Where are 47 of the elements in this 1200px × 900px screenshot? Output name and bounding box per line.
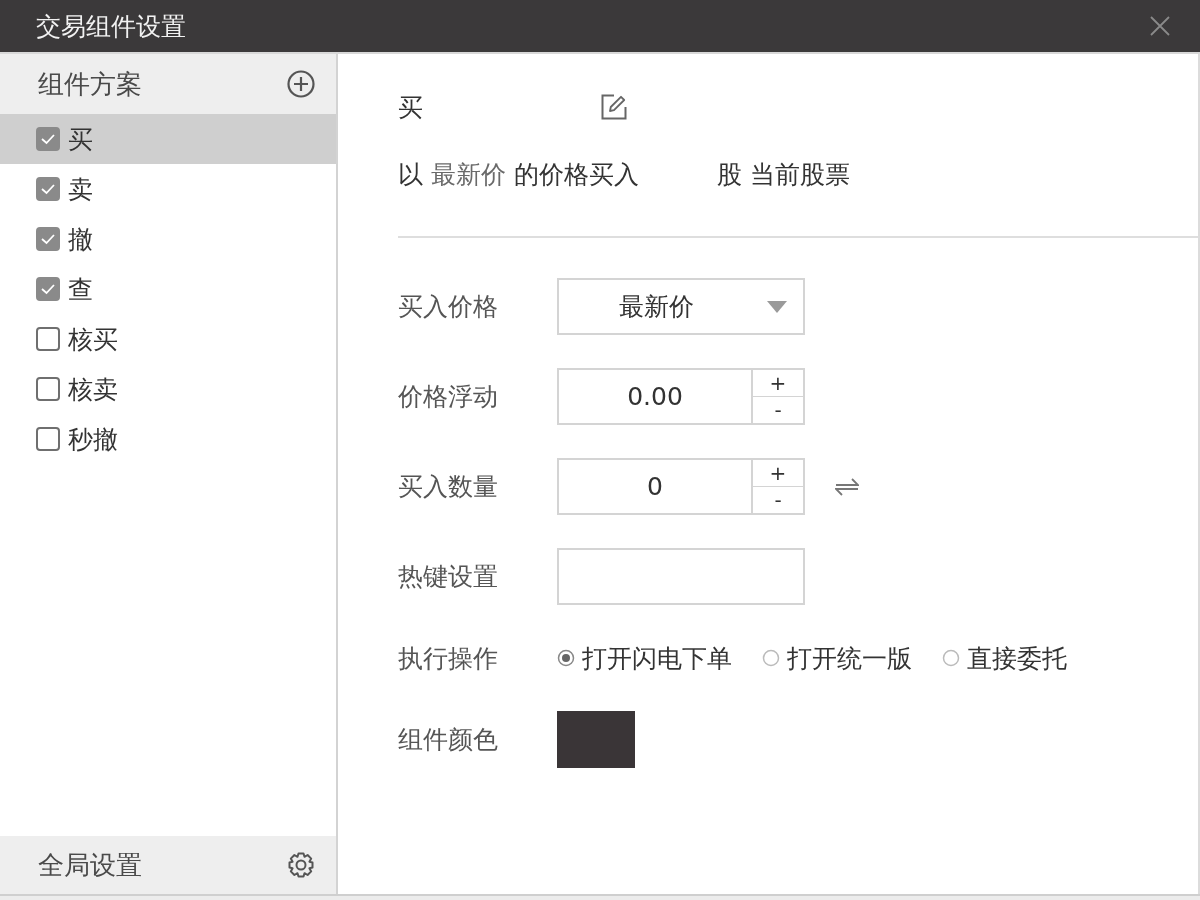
- add-icon[interactable]: [287, 70, 315, 98]
- component-item[interactable]: 核买: [0, 314, 336, 364]
- component-item[interactable]: 卖: [0, 164, 336, 214]
- field-label: 买入数量: [398, 471, 499, 503]
- field-label: 执行操作: [398, 642, 499, 675]
- checkbox[interactable]: [36, 377, 60, 401]
- order-summary: 以 最新价 的价格买入: [398, 159, 639, 191]
- checkbox[interactable]: [36, 177, 60, 201]
- radio-icon[interactable]: [557, 649, 575, 667]
- component-item[interactable]: 撤: [0, 214, 336, 264]
- hotkey-field[interactable]: [557, 548, 805, 605]
- field-label: 价格浮动: [398, 381, 499, 413]
- order-target: 股 当前股票: [716, 159, 850, 191]
- window-title: 交易组件设置: [36, 10, 186, 43]
- field-label: 组件颜色: [398, 724, 499, 756]
- global-settings-label[interactable]: 全局设置: [38, 847, 142, 883]
- field-label: 买入价格: [398, 291, 499, 323]
- component-item[interactable]: 秒撤: [0, 414, 336, 464]
- checkbox[interactable]: [36, 427, 60, 451]
- checkbox[interactable]: [36, 127, 60, 151]
- dropdown[interactable]: 最新价: [557, 278, 805, 335]
- radio-option[interactable]: 直接委托: [942, 641, 1067, 675]
- swap-arrows-icon[interactable]: [835, 477, 859, 496]
- checkbox[interactable]: [36, 227, 60, 251]
- settings-icon[interactable]: [287, 851, 315, 879]
- component-name: 买: [398, 91, 424, 124]
- radio-icon[interactable]: [942, 649, 960, 667]
- decrement-button[interactable]: -: [753, 397, 805, 425]
- checkbox[interactable]: [36, 277, 60, 301]
- increment-button[interactable]: +: [753, 458, 805, 487]
- color-swatch[interactable]: [557, 711, 635, 768]
- radio-option[interactable]: 打开闪电下单: [557, 641, 732, 675]
- number-field[interactable]: 0.00: [557, 368, 753, 425]
- increment-button[interactable]: +: [753, 368, 805, 397]
- component-item[interactable]: 查: [0, 264, 336, 314]
- close-icon[interactable]: [1150, 16, 1170, 36]
- component-item[interactable]: 核卖: [0, 364, 336, 414]
- radio-icon[interactable]: [762, 649, 780, 667]
- number-field[interactable]: 0: [557, 458, 753, 515]
- component-item[interactable]: 买: [0, 114, 336, 164]
- radio-option[interactable]: 打开统一版: [762, 641, 912, 675]
- field-label: 热键设置: [398, 561, 499, 593]
- checkbox[interactable]: [36, 327, 60, 351]
- sidebar-heading: 组件方案: [38, 67, 142, 101]
- caret-icon: [767, 300, 787, 313]
- decrement-button[interactable]: -: [753, 487, 805, 515]
- edit-icon[interactable]: [600, 93, 628, 121]
